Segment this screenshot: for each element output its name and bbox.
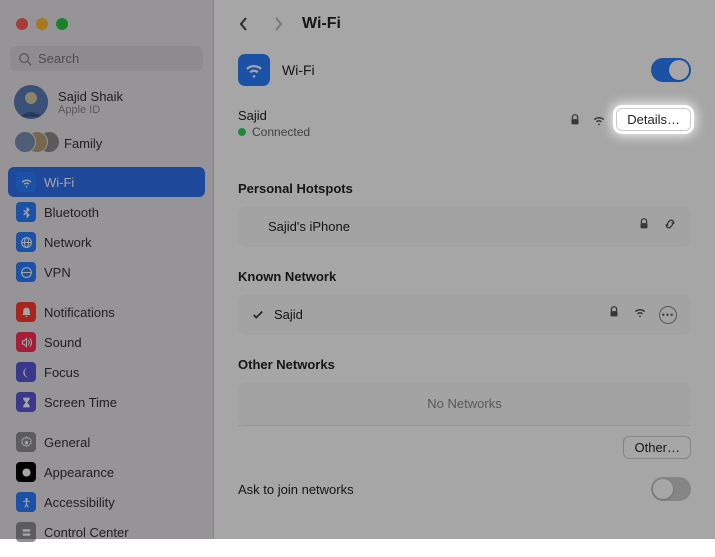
- sidebar-item-general[interactable]: General: [8, 427, 205, 457]
- sidebar-item-wifi[interactable]: Wi-Fi: [8, 167, 205, 197]
- vpn-icon: [16, 262, 36, 282]
- moon-icon: [16, 362, 36, 382]
- wifi-signal-icon: [633, 305, 647, 324]
- search-box[interactable]: [10, 46, 203, 71]
- sidebar-item-vpn[interactable]: VPN: [8, 257, 205, 287]
- sidebar-item-label: Accessibility: [44, 495, 115, 510]
- gear-icon: [16, 432, 36, 452]
- status-dot: [238, 128, 246, 136]
- hotspot-label: Sajid's iPhone: [252, 219, 350, 234]
- user-name: Sajid Shaik: [58, 89, 123, 104]
- network-icon: [16, 232, 36, 252]
- sidebar-item-label: Appearance: [44, 465, 114, 480]
- sidebar-item-appearance[interactable]: Appearance: [8, 457, 205, 487]
- accessibility-icon: [16, 492, 36, 512]
- maximize-window-button[interactable]: [56, 18, 68, 30]
- hourglass-icon: [16, 392, 36, 412]
- sidebar-item-label: VPN: [44, 265, 71, 280]
- bluetooth-icon: [16, 202, 36, 222]
- main-content: Wi-Fi Wi-Fi Sajid: [214, 0, 715, 539]
- minimize-window-button[interactable]: [36, 18, 48, 30]
- sidebar-item-accessibility[interactable]: Accessibility: [8, 487, 205, 517]
- known-network-row[interactable]: Sajid •••: [238, 294, 691, 335]
- sidebar-item-label: Control Center: [44, 525, 129, 540]
- bell-icon: [16, 302, 36, 322]
- nav-forward-button[interactable]: [268, 14, 288, 34]
- known-network-header: Known Network: [238, 257, 691, 294]
- sidebar-item-label: Screen Time: [44, 395, 117, 410]
- sidebar-item-label: Notifications: [44, 305, 115, 320]
- known-network-label: Sajid: [274, 307, 303, 322]
- sidebar-item-label: Focus: [44, 365, 79, 380]
- header: Wi-Fi: [214, 0, 715, 44]
- no-networks-text: No Networks: [238, 382, 691, 425]
- sidebar-item-focus[interactable]: Focus: [8, 357, 205, 387]
- sidebar-item-bluetooth[interactable]: Bluetooth: [8, 197, 205, 227]
- other-network-button[interactable]: Other…: [623, 436, 691, 459]
- lock-icon: [607, 305, 621, 324]
- sidebar-item-label: General: [44, 435, 90, 450]
- hotspot-link-icon: [663, 217, 677, 236]
- avatar: [14, 85, 48, 119]
- sidebar: Sajid Shaik Apple ID Family Wi-Fi Blueto…: [0, 0, 214, 539]
- sidebar-item-label: Network: [44, 235, 92, 250]
- wifi-icon: [16, 172, 36, 192]
- current-network-name: Sajid: [238, 108, 310, 123]
- search-input[interactable]: [38, 51, 214, 66]
- wifi-section-title: Wi-Fi: [282, 62, 315, 78]
- search-icon: [18, 52, 32, 66]
- window-controls: [0, 0, 213, 30]
- wifi-signal-icon: [592, 113, 606, 127]
- wifi-toggle[interactable]: [651, 58, 691, 82]
- hotspot-row[interactable]: Sajid's iPhone: [238, 206, 691, 247]
- lock-icon: [637, 217, 651, 236]
- sidebar-item-label: Sound: [44, 335, 82, 350]
- appearance-icon: [16, 462, 36, 482]
- personal-hotspots-header: Personal Hotspots: [238, 169, 691, 206]
- sidebar-item-sound[interactable]: Sound: [8, 327, 205, 357]
- ask-join-toggle[interactable]: [651, 477, 691, 501]
- family-avatars: [14, 131, 54, 155]
- ask-join-label: Ask to join networks: [238, 482, 354, 497]
- sidebar-item-label: Bluetooth: [44, 205, 99, 220]
- nav-back-button[interactable]: [234, 14, 254, 34]
- check-icon: [252, 309, 266, 321]
- page-title: Wi-Fi: [302, 15, 341, 33]
- user-sub: Apple ID: [58, 104, 123, 116]
- wifi-hero-icon: [238, 54, 270, 86]
- family-label: Family: [64, 136, 102, 151]
- details-button[interactable]: Details…: [616, 108, 691, 131]
- sidebar-item-label: Wi-Fi: [44, 175, 74, 190]
- sidebar-item-screen-time[interactable]: Screen Time: [8, 387, 205, 417]
- close-window-button[interactable]: [16, 18, 28, 30]
- other-networks-header: Other Networks: [238, 345, 691, 382]
- more-options-button[interactable]: •••: [659, 306, 677, 324]
- lock-icon: [568, 113, 582, 127]
- sidebar-item-notifications[interactable]: Notifications: [8, 297, 205, 327]
- sidebar-item-apple-id[interactable]: Sajid Shaik Apple ID: [0, 81, 213, 123]
- sidebar-item-network[interactable]: Network: [8, 227, 205, 257]
- control-center-icon: [16, 522, 36, 542]
- connection-status: Connected: [252, 125, 310, 139]
- sound-icon: [16, 332, 36, 352]
- sidebar-item-family[interactable]: Family: [0, 123, 213, 167]
- sidebar-item-control-center[interactable]: Control Center: [8, 517, 205, 547]
